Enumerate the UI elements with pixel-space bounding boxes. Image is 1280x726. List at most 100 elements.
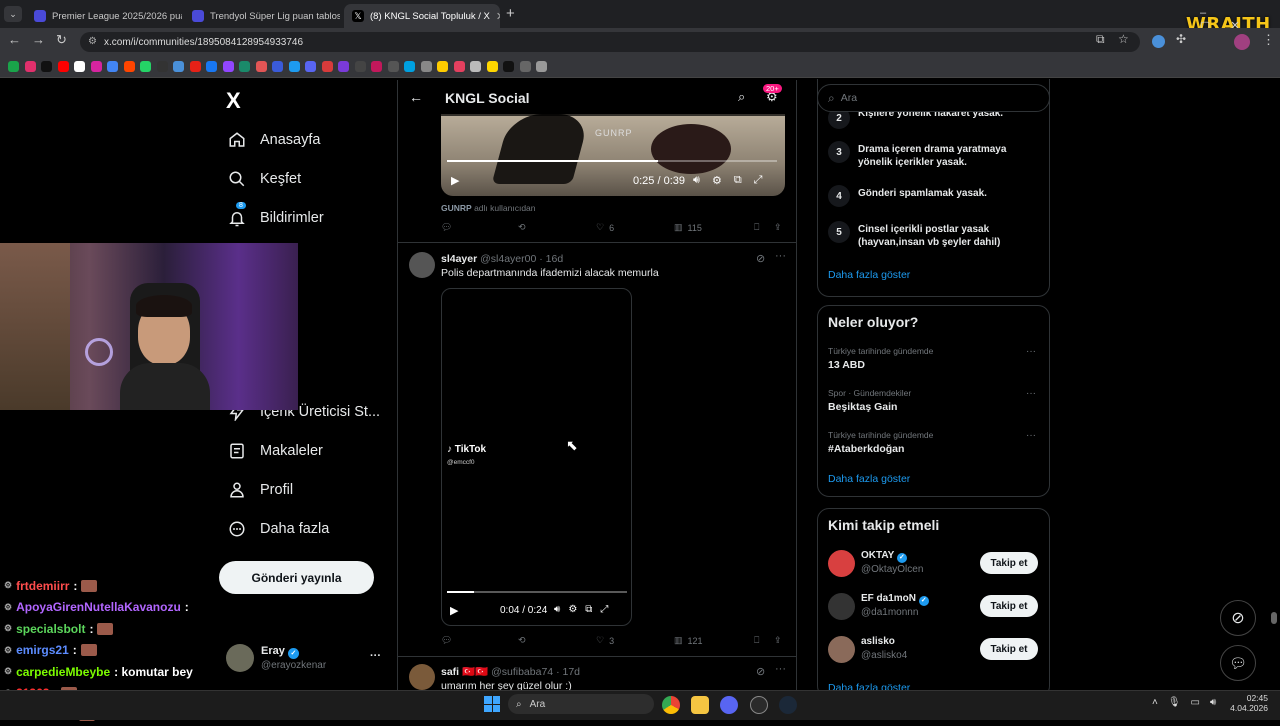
- chevron-up-icon[interactable]: ˄: [1152, 697, 1158, 708]
- profile-avatar[interactable]: [1234, 34, 1250, 50]
- bookmark-favicon[interactable]: [206, 61, 217, 72]
- back-arrow-icon[interactable]: ←: [409, 89, 423, 105]
- repost-icon[interactable]: ⟲: [518, 222, 526, 233]
- taskbar-search[interactable]: ⌕ Ara: [508, 694, 654, 714]
- follow-name-row[interactable]: OKTAY ✓: [861, 550, 907, 563]
- discord-icon[interactable]: [720, 696, 738, 714]
- follow-suggestion[interactable]: aslisko @aslisko4 Takip et: [828, 635, 1043, 665]
- extensions-puzzle-icon[interactable]: ✣: [1176, 32, 1186, 46]
- rules-show-more[interactable]: Daha fazla göster: [828, 269, 910, 281]
- bookmark-favicon[interactable]: [41, 61, 52, 72]
- post2-author-name[interactable]: sl4ayer: [441, 253, 477, 265]
- bookmark-favicon[interactable]: [453, 61, 465, 72]
- post2-handle[interactable]: @sl4ayer00: [480, 253, 536, 265]
- trends-show-more[interactable]: Daha fazla göster: [828, 473, 910, 485]
- bookmark-favicon[interactable]: [189, 61, 201, 72]
- post3-author-name[interactable]: safi: [441, 666, 459, 678]
- community-rule[interactable]: 4 Gönderi spamlamak yasak.: [828, 185, 1038, 207]
- file-explorer-icon[interactable]: [691, 696, 709, 714]
- back-icon[interactable]: ←: [8, 32, 21, 47]
- trend-item[interactable]: Türkiye tarihinde gündemde 13 ABD ···: [828, 346, 1043, 371]
- bookmark-favicon[interactable]: [536, 61, 547, 72]
- account-avatar[interactable]: [226, 644, 254, 672]
- follow-button[interactable]: Takip et: [980, 638, 1038, 660]
- bookmark-favicon[interactable]: [288, 61, 300, 72]
- follow-name-row[interactable]: EF da1moN ✓: [861, 593, 929, 606]
- video-progress-track[interactable]: [447, 160, 777, 162]
- bookmark-favicon[interactable]: [24, 61, 36, 72]
- follow-suggestion[interactable]: EF da1moN ✓ @da1monnn Takip et: [828, 592, 1043, 622]
- bookmark-favicon[interactable]: [107, 61, 118, 72]
- follow-button[interactable]: Takip et: [980, 552, 1038, 574]
- app-icon[interactable]: [750, 696, 768, 714]
- community-rule[interactable]: 3 Drama içeren drama yaratmaya yönelik iç…: [828, 141, 1038, 169]
- post-more-icon[interactable]: ···: [775, 250, 786, 262]
- bookmark-favicon[interactable]: [74, 61, 85, 72]
- messages-float-button[interactable]: 💬︎: [1220, 645, 1256, 681]
- bookmark-favicon[interactable]: [371, 61, 382, 72]
- follow-suggestion[interactable]: OKTAY ✓ @OktayOlcen Takip et: [828, 549, 1043, 579]
- bookmark-favicon[interactable]: [123, 61, 135, 72]
- post-button[interactable]: Gönderi yayınla: [219, 561, 374, 594]
- community-rule[interactable]: 5 Cinsel içerikli postlar yasak (hayvan,i…: [828, 221, 1038, 249]
- settings-icon[interactable]: ⚙: [568, 604, 577, 615]
- bookmark-favicon[interactable]: [255, 61, 267, 72]
- post2-avatar[interactable]: [409, 252, 435, 278]
- avatar[interactable]: [828, 636, 855, 663]
- bookmark-favicon[interactable]: [239, 61, 250, 72]
- volume-icon[interactable]: 🔊︎: [554, 604, 560, 615]
- views-button[interactable]: ▥ 121: [674, 635, 703, 646]
- install-icon[interactable]: ⧉: [1096, 32, 1105, 47]
- repost-icon[interactable]: ⟲: [518, 635, 526, 646]
- avatar[interactable]: [828, 593, 855, 620]
- post1-video[interactable]: GUNRP ▶ 0:25 / 0:39 🔊︎ ⚙ ⧉ ⤢: [441, 114, 785, 196]
- post2-video[interactable]: ♪ TikTok @emccf0 ⬉ ▶ 0:04 / 0:24 🔊︎ ⚙ ⧉ …: [441, 288, 632, 626]
- play-icon[interactable]: ▶: [450, 604, 458, 617]
- bookmark-favicon[interactable]: [305, 61, 316, 72]
- bookmark-favicon[interactable]: [420, 61, 432, 72]
- bookmark-favicon[interactable]: [404, 61, 415, 72]
- like-button[interactable]: ♡ 6: [596, 222, 614, 233]
- windows-start-icon[interactable]: [484, 696, 500, 712]
- chrome-taskbar-icon[interactable]: [662, 696, 680, 714]
- bookmark-favicon[interactable]: [338, 61, 349, 72]
- trend-more-icon[interactable]: ···: [1026, 430, 1036, 441]
- bookmark-favicon[interactable]: [8, 61, 19, 72]
- nav-item-8[interactable]: Makaleler: [228, 439, 323, 463]
- bookmark-icon[interactable]: ⎕: [754, 222, 759, 233]
- steam-icon[interactable]: [779, 696, 797, 714]
- nav-item-10[interactable]: Daha fazla: [228, 517, 329, 541]
- grok-icon[interactable]: ⊘: [756, 252, 765, 265]
- grok-float-button[interactable]: ⊘: [1220, 600, 1256, 636]
- address-bar[interactable]: ⚙ x.com/i/communities/189508412895493374…: [80, 32, 1140, 52]
- star-icon[interactable]: ☆: [1118, 32, 1129, 46]
- bookmark-favicon[interactable]: [272, 61, 283, 72]
- bookmark-favicon[interactable]: [354, 61, 366, 72]
- search-icon[interactable]: ⌕: [738, 89, 745, 105]
- follow-button[interactable]: Takip et: [980, 595, 1038, 617]
- browser-tab-3[interactable]: 𝕏 (8) KNGL Social Topluluk / X ✕: [344, 4, 500, 28]
- share-icon[interactable]: ⇪: [774, 635, 782, 646]
- nav-item-9[interactable]: Profil: [228, 478, 293, 502]
- fullscreen-icon[interactable]: ⤢: [754, 174, 763, 187]
- browser-tab-2[interactable]: Trendyol Süper Lig puan tablosu ✕: [184, 4, 340, 28]
- nav-item-2[interactable]: 8 Bildirimler: [228, 202, 324, 230]
- volume-icon[interactable]: 🔊︎: [1210, 697, 1216, 708]
- bookmark-favicon[interactable]: [156, 61, 168, 72]
- new-tab-button[interactable]: +: [506, 5, 515, 22]
- share-icon[interactable]: ⇪: [774, 222, 782, 233]
- site-info-icon[interactable]: ⚙: [88, 36, 97, 47]
- trend-item[interactable]: Türkiye tarihinde gündemde #Ataberkdoğan ·…: [828, 430, 1043, 455]
- bookmark-favicon[interactable]: [140, 61, 151, 72]
- fullscreen-icon[interactable]: ⤢: [600, 604, 608, 615]
- post3-avatar[interactable]: [409, 664, 435, 690]
- search-box[interactable]: ⌕ Ara: [817, 84, 1050, 112]
- menu-icon[interactable]: ⋮: [1262, 32, 1275, 48]
- close-icon[interactable]: ✕: [496, 10, 500, 23]
- avatar[interactable]: [828, 550, 855, 577]
- network-icon[interactable]: ▭: [1191, 697, 1200, 708]
- reply-icon[interactable]: 💬︎: [441, 222, 452, 233]
- bookmark-favicon[interactable]: [503, 61, 514, 72]
- reload-icon[interactable]: ↻: [56, 32, 67, 48]
- tab-search-button[interactable]: ⌄: [4, 6, 22, 22]
